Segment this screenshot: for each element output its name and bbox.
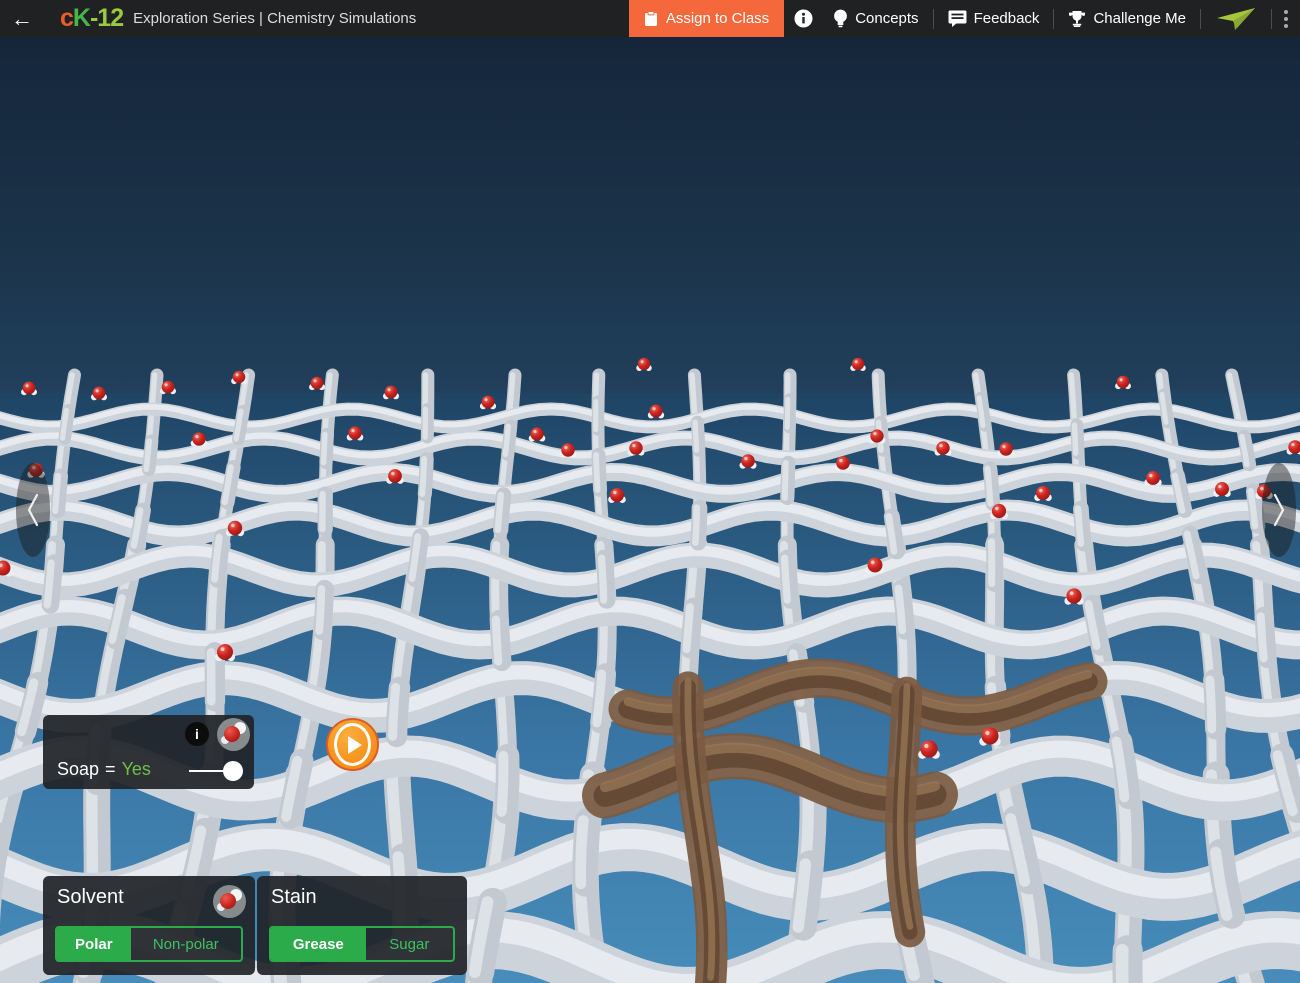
soap-equals: = <box>105 759 116 779</box>
logo-12: -12 <box>89 4 124 32</box>
solvent-toggle: Polar Non-polar <box>55 926 243 962</box>
play-triangle-icon <box>347 735 362 754</box>
feedback-chat-icon <box>948 10 967 27</box>
chevron-left-icon <box>27 493 39 527</box>
header-divider <box>1271 8 1272 29</box>
info-button[interactable] <box>784 0 823 37</box>
soap-info-button[interactable]: i <box>185 722 209 746</box>
concepts-button[interactable]: Concepts <box>823 0 928 37</box>
clipboard-icon <box>644 10 658 27</box>
play-button[interactable] <box>326 718 379 771</box>
assign-to-class-label: Assign to Class <box>665 10 770 27</box>
play-ring <box>334 723 371 766</box>
soap-molecule-view-button[interactable] <box>217 718 250 751</box>
soap-panel: i Soap = Yes <box>43 715 254 789</box>
soap-label: Soap <box>57 759 100 779</box>
soap-value: Yes <box>121 759 151 779</box>
ck12-logo[interactable]: c K -12 <box>60 0 124 37</box>
lightbulb-icon <box>833 9 848 29</box>
simulation-canvas[interactable] <box>0 37 1300 983</box>
challenge-me-button[interactable]: Challenge Me <box>1058 0 1196 37</box>
next-slide-arrow[interactable] <box>1262 463 1296 557</box>
soap-slider-knob[interactable] <box>223 761 243 781</box>
back-arrow-icon: ← <box>11 5 33 31</box>
header-divider <box>1200 8 1201 29</box>
header-actions: Assign to Class Concepts Feedback Challe… <box>628 0 1300 37</box>
logo-c: c <box>60 4 74 32</box>
paper-plane-icon <box>1215 6 1257 32</box>
info-icon <box>794 9 813 28</box>
solvent-option-polar[interactable]: Polar <box>57 928 131 960</box>
stain-panel: Stain Grease Sugar <box>257 876 467 975</box>
solvent-option-nonpolar[interactable]: Non-polar <box>131 928 241 960</box>
solvent-molecule-view-button[interactable] <box>213 885 246 918</box>
header-divider <box>1053 8 1055 29</box>
challenge-me-label: Challenge Me <box>1093 10 1186 27</box>
concepts-label: Concepts <box>855 10 919 27</box>
solvent-title: Solvent <box>57 886 124 908</box>
chevron-right-icon <box>1273 493 1285 527</box>
app-subtitle: Exploration Series | Chemistry Simulatio… <box>133 10 417 27</box>
ck12-simulation-app: ← c K -12 Exploration Series | Chemistry S… <box>0 0 1300 983</box>
previous-slide-arrow[interactable] <box>16 463 50 557</box>
back-button[interactable]: ← <box>0 0 44 37</box>
stain-title: Stain <box>271 886 317 908</box>
header-divider <box>932 8 934 29</box>
soap-setting: Soap = Yes <box>57 759 151 780</box>
feedback-label: Feedback <box>973 10 1040 27</box>
stain-toggle: Grease Sugar <box>269 926 455 962</box>
header-bar: ← c K -12 Exploration Series | Chemistry S… <box>0 0 1300 37</box>
simulation-stage: i Soap = Yes Solvent Polar Non-polar Sta… <box>0 37 1300 983</box>
overflow-menu-button[interactable] <box>1276 9 1300 28</box>
share-button[interactable] <box>1205 0 1267 37</box>
soap-toggle-slider[interactable] <box>189 761 243 781</box>
sky-background <box>0 37 1300 417</box>
assign-to-class-button[interactable]: Assign to Class <box>628 0 785 37</box>
trophy-icon <box>1068 10 1086 28</box>
logo-k: K <box>72 4 91 32</box>
solvent-panel: Solvent Polar Non-polar <box>43 876 255 975</box>
info-i-icon: i <box>195 726 199 742</box>
stain-option-sugar[interactable]: Sugar <box>366 928 453 960</box>
feedback-button[interactable]: Feedback <box>938 0 1050 37</box>
stain-option-grease[interactable]: Grease <box>271 928 366 960</box>
